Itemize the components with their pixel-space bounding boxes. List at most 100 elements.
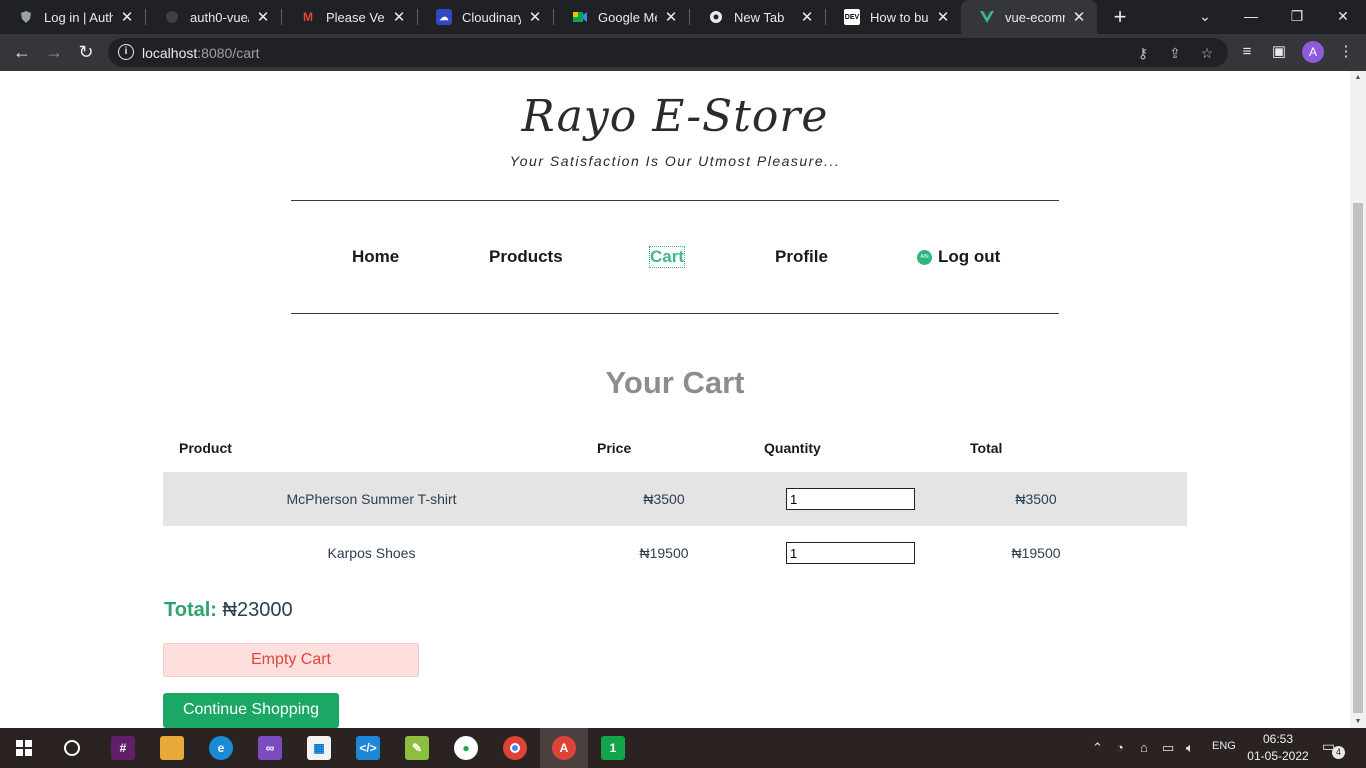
auth0-shield-icon — [18, 9, 34, 25]
vscode-icon[interactable]: </> — [344, 728, 392, 768]
close-icon[interactable]: ✕ — [527, 8, 543, 26]
back-arrow-icon[interactable]: ← — [7, 37, 37, 67]
reading-list-icon[interactable]: ≡ — [1235, 40, 1259, 64]
nav-logout-link[interactable]: A/N Log out — [917, 247, 1000, 267]
total-label: Total: — [164, 599, 217, 621]
product-name: Karpos Shoes — [327, 545, 416, 561]
close-icon[interactable]: ✕ — [935, 8, 951, 26]
product-name: McPherson Summer T-shirt — [286, 491, 457, 507]
webcam-icon[interactable]: ⌂ — [1140, 740, 1148, 755]
row-total: ₦3500 — [1015, 491, 1057, 507]
chrome-icon — [708, 9, 724, 25]
cortana-search-icon[interactable] — [48, 728, 96, 768]
scroll-up-arrow-icon[interactable]: ▲ — [1354, 74, 1362, 81]
slack-icon[interactable]: # — [99, 728, 147, 768]
store-title: Rayo E-Store — [521, 91, 829, 142]
tab-new-tab[interactable]: New Tab ✕ — [690, 0, 825, 34]
cart-heading: Your Cart — [605, 365, 745, 400]
tab-auth0-login[interactable]: Log in | Auth0 ✕ — [0, 0, 145, 34]
column-header-product: Product — [179, 440, 232, 456]
forward-arrow-icon[interactable]: → — [39, 37, 69, 67]
google-meet-icon — [572, 9, 588, 25]
restore-icon[interactable]: ❐ — [1274, 0, 1320, 34]
column-header-total: Total — [970, 440, 1003, 456]
cart-total: Total: ₦23000 — [164, 599, 293, 622]
logout-label: Log out — [938, 247, 1001, 266]
close-icon[interactable]: ✕ — [663, 8, 679, 26]
user-avatar: A/N — [917, 249, 932, 265]
windows-start-icon[interactable] — [0, 728, 48, 768]
tab-gmail-verify[interactable]: M Please Verify Y ✕ — [282, 0, 417, 34]
column-header-price: Price — [597, 440, 632, 456]
cloudinary-icon: ☁ — [436, 9, 452, 25]
nav-bottom-divider — [291, 313, 1059, 314]
feedback-hub-icon[interactable]: 1 — [589, 728, 637, 768]
profile-avatar[interactable]: A — [1302, 41, 1324, 63]
clock-date: 01-05-2022 — [1247, 749, 1309, 763]
tab-vue-ecommerce-active[interactable]: vue-ecomme ✕ — [961, 0, 1097, 34]
notification-center-icon[interactable]: ▭ 4 — [1322, 738, 1345, 759]
gmail-icon: M — [303, 10, 313, 24]
key-icon[interactable]: ⚷ — [1132, 42, 1154, 64]
microsoft-store-icon[interactable]: ▦ — [295, 728, 343, 768]
chrome-taskbar-icon[interactable] — [491, 728, 539, 768]
close-icon[interactable]: ✕ — [119, 8, 135, 26]
url-text[interactable]: localhost:8080/cart — [142, 45, 260, 61]
window-close-icon[interactable]: ✕ — [1320, 0, 1366, 34]
edge-icon[interactable]: e — [197, 728, 245, 768]
vue-icon — [979, 9, 995, 25]
close-icon[interactable]: ✕ — [799, 8, 815, 26]
windows-taskbar: # e ∞ ▦ </> ✎ ● A 1 ⌃ ◔ ⌂ ▭ 🔈︎ ENG 06:53… — [0, 728, 1366, 768]
close-icon[interactable]: ✕ — [255, 8, 271, 26]
chrome-profile-taskbar-icon[interactable]: A — [540, 728, 588, 768]
system-clock[interactable]: 06:53 01-05-2022 — [1244, 731, 1312, 765]
address-bar[interactable]: i localhost:8080/cart ⚷ ⇪ ☆ — [108, 38, 1228, 67]
tray-chevron-icon[interactable]: ⌃ — [1092, 740, 1103, 756]
table-row: Karpos Shoes ₦19500 ₦19500 — [163, 526, 1187, 580]
mongodb-compass-icon[interactable]: ● — [442, 728, 490, 768]
side-panel-icon[interactable]: ▣ — [1267, 40, 1291, 64]
photo-editor-icon[interactable]: ✎ — [393, 728, 441, 768]
site-info-icon[interactable]: i — [118, 44, 134, 60]
continue-shopping-button[interactable]: Continue Shopping — [163, 693, 339, 728]
quantity-input[interactable] — [786, 488, 915, 510]
network-icon[interactable]: ◔ — [1116, 740, 1124, 755]
close-icon[interactable]: ✕ — [1071, 8, 1087, 26]
total-value: ₦23000 — [222, 599, 293, 621]
product-price: ₦3500 — [643, 491, 685, 507]
battery-icon[interactable]: ▭ — [1162, 740, 1174, 756]
empty-cart-button[interactable]: Empty Cart — [163, 643, 419, 677]
tab-cloudinary[interactable]: ☁ Cloudinary M ✕ — [418, 0, 553, 34]
language-indicator[interactable]: ENG — [1212, 740, 1236, 752]
notification-count: 4 — [1332, 746, 1345, 759]
quantity-input[interactable] — [786, 542, 915, 564]
scrollbar-thumb[interactable] — [1353, 203, 1363, 713]
visual-studio-icon[interactable]: ∞ — [246, 728, 294, 768]
tab-github-auth0-vue[interactable]: auth0-vue/vue ✕ — [146, 0, 281, 34]
column-header-quantity: Quantity — [764, 440, 821, 456]
browser-tab-strip: Log in | Auth0 ✕ auth0-vue/vue ✕ M Pleas… — [0, 0, 1366, 34]
close-icon[interactable]: ✕ — [391, 8, 407, 26]
tab-search-chevron-icon[interactable]: ⌄ — [1182, 0, 1228, 34]
nav-products-link[interactable]: Products — [489, 247, 563, 267]
scroll-down-arrow-icon[interactable]: ▼ — [1354, 718, 1362, 725]
bookmark-star-icon[interactable]: ☆ — [1196, 42, 1218, 64]
file-explorer-icon[interactable] — [148, 728, 196, 768]
reload-icon[interactable]: ↻ — [71, 37, 101, 67]
clock-time: 06:53 — [1262, 732, 1294, 746]
more-menu-icon[interactable]: ⋮ — [1334, 40, 1358, 64]
tab-dev-how-to-build[interactable]: DEV How to build ✕ — [826, 0, 961, 34]
minimize-icon[interactable]: — — [1228, 0, 1274, 34]
new-tab-plus-icon[interactable]: + — [1108, 4, 1132, 30]
product-price: ₦19500 — [639, 545, 689, 561]
table-row: McPherson Summer T-shirt ₦3500 ₦3500 — [163, 472, 1187, 526]
volume-icon[interactable]: 🔈︎ — [1186, 740, 1194, 756]
share-icon[interactable]: ⇪ — [1164, 42, 1186, 64]
page-scrollbar[interactable]: ▲ ▼ — [1350, 71, 1366, 728]
tab-google-meet[interactable]: Google Meet ✕ — [554, 0, 689, 34]
dev-icon: DEV — [844, 9, 860, 25]
store-tagline: Your Satisfaction Is Our Utmost Pleasure… — [509, 153, 841, 169]
nav-cart-link[interactable]: Cart — [648, 246, 686, 268]
nav-home-link[interactable]: Home — [352, 247, 399, 267]
nav-profile-link[interactable]: Profile — [775, 247, 828, 267]
